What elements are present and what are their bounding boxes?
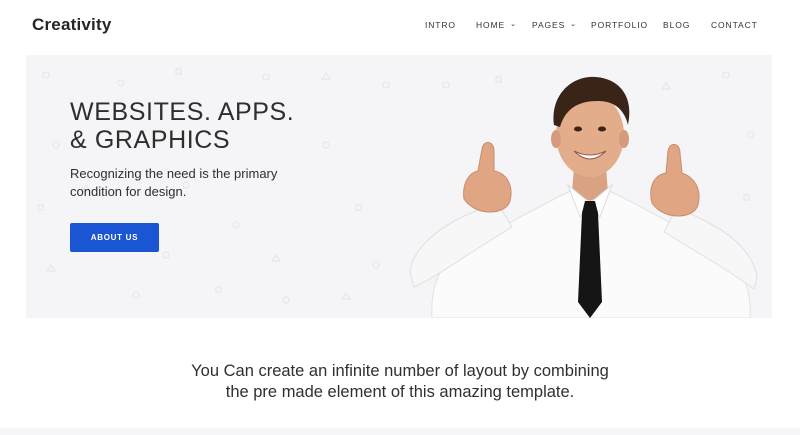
nav-item-intro-label: INTRO	[425, 20, 456, 30]
nav-item-portfolio-label: PORTFOLIO	[591, 20, 649, 30]
nav-item-pages-label: PAGES	[532, 20, 566, 30]
nav-item-contact[interactable]: CONTACT	[711, 20, 758, 30]
site-header: Creativity INTRO HOME ⌄ PAGES ⌄ PORTFOLI…	[0, 0, 800, 54]
hero-title-line-1: WEBSITES. APPS.	[70, 98, 295, 126]
hero-title-line-2: & GRAPHICS	[70, 126, 231, 154]
chevron-down-icon: ⌄	[570, 21, 577, 28]
nav-item-contact-label: CONTACT	[711, 20, 758, 30]
intro-line-1: You Can create an infinite number of lay…	[191, 362, 609, 380]
hero-subtitle: Recognizing the need is the primary cond…	[70, 166, 278, 199]
hero-title: WEBSITES. APPS. & GRAPHICS	[70, 98, 294, 154]
intro-statement: You Can create an infinite number of lay…	[0, 361, 800, 403]
chevron-down-icon: ⌄	[510, 21, 517, 28]
next-section-edge	[0, 428, 800, 435]
nav-item-blog-label: BLOG	[663, 20, 691, 30]
nav-item-home-label: HOME	[476, 20, 506, 30]
about-us-button[interactable]: ABOUT US	[70, 223, 159, 252]
nav-item-blog[interactable]: BLOG	[663, 20, 690, 30]
hero-banner: WEBSITES. APPS. & GRAPHICS Recognizing t…	[26, 55, 772, 318]
nav-item-home[interactable]: HOME ⌄	[476, 20, 517, 30]
nav-item-pages[interactable]: PAGES ⌄	[532, 20, 577, 30]
nav-item-intro[interactable]: INTRO	[425, 20, 456, 30]
hero-person-image	[409, 76, 758, 318]
intro-line-2: the pre made element of this amazing tem…	[225, 383, 575, 401]
main-nav: INTRO HOME ⌄ PAGES ⌄ PORTFOLIO BLOG CONT…	[0, 20, 800, 34]
nav-item-portfolio[interactable]: PORTFOLIO	[591, 20, 648, 30]
